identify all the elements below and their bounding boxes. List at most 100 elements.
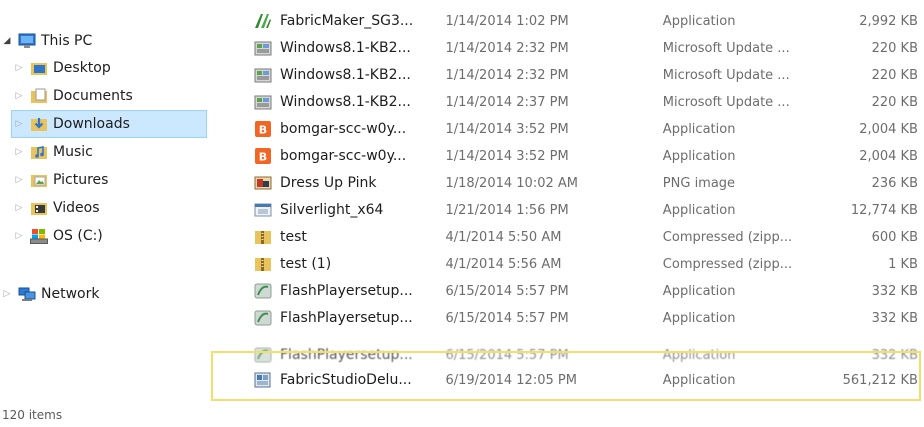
file-row[interactable]: FabricStudioDelu... 6/19/2014 12:05 PM A… <box>248 367 918 393</box>
bomgar-app-icon: B <box>254 148 272 164</box>
file-row[interactable]: Silverlight_x64 1/21/2014 1:56 PM Applic… <box>248 197 918 223</box>
file-date: 6/15/2014 5:57 PM <box>445 310 569 326</box>
file-date: 1/14/2014 2:32 PM <box>445 67 569 83</box>
file-name: Silverlight_x64 <box>280 202 384 218</box>
file-name: Windows8.1-KB2... <box>280 94 411 110</box>
nav-item-network[interactable]: ▷ Network <box>0 281 100 307</box>
file-size: 220 KB <box>871 40 918 56</box>
file-date: 1/14/2014 2:32 PM <box>445 40 569 56</box>
file-row[interactable]: Windows8.1-KB2... 1/14/2014 2:32 PM Micr… <box>248 35 918 61</box>
file-size: 332 KB <box>871 310 918 326</box>
nav-item-os-drive[interactable]: ▷ OS (C:) <box>12 223 103 249</box>
update-package-icon <box>254 40 272 56</box>
flash-setup-icon <box>254 310 272 326</box>
file-name: FlashPlayersetup... <box>280 347 413 363</box>
file-row[interactable]: FabricMaker_SG3... 1/14/2014 1:02 PM App… <box>248 8 918 34</box>
nav-label: Videos <box>53 200 100 216</box>
file-size: 600 KB <box>871 229 918 245</box>
file-type: Application <box>662 13 736 29</box>
file-name: Windows8.1-KB2... <box>280 40 411 56</box>
nav-item-downloads[interactable]: ▷ Downloads <box>11 110 207 138</box>
file-name: Windows8.1-KB2... <box>280 67 411 83</box>
nav-label: Pictures <box>53 172 109 188</box>
file-row[interactable]: Dress Up Pink 1/18/2014 10:02 AM PNG ima… <box>248 170 918 196</box>
file-type: Compressed (zipp... <box>662 229 793 245</box>
file-type: Application <box>662 121 736 137</box>
file-size: 561,212 KB <box>842 372 918 388</box>
file-row[interactable]: test (1) 4/1/2014 5:56 AM Compressed (zi… <box>248 251 918 277</box>
videos-folder-icon <box>30 200 48 216</box>
nav-item-pictures[interactable]: ▷ Pictures <box>12 167 109 193</box>
file-size: 332 KB <box>871 348 918 363</box>
pc-icon <box>18 33 36 49</box>
file-name: bomgar-scc-w0y... <box>280 121 407 137</box>
desktop-folder-icon <box>30 60 48 76</box>
file-size: 220 KB <box>871 94 918 110</box>
png-image-icon <box>254 175 272 191</box>
file-row[interactable]: test 4/1/2014 5:50 AM Compressed (zipp..… <box>248 224 918 250</box>
drive-icon <box>30 228 48 244</box>
file-date: 1/18/2014 10:02 AM <box>445 175 578 191</box>
nav-label: Desktop <box>53 60 111 76</box>
flash-setup-icon <box>254 283 272 299</box>
file-type: PNG image <box>662 175 736 191</box>
file-date: 1/21/2014 1:56 PM <box>445 202 569 218</box>
file-type: Application <box>662 148 736 164</box>
downloads-folder-icon <box>30 116 48 132</box>
nav-item-documents[interactable]: ▷ Documents <box>12 83 133 109</box>
file-date: 1/14/2014 2:37 PM <box>445 94 569 110</box>
file-row[interactable]: B bomgar-scc-w0y... 1/14/2014 3:52 PM Ap… <box>248 116 918 142</box>
file-row[interactable]: FlashPlayersetup... 6/15/2014 5:57 PM Ap… <box>248 305 918 331</box>
nav-item-this-pc[interactable]: ◢ This PC <box>0 28 93 54</box>
file-row[interactable]: B bomgar-scc-w0y... 1/14/2014 3:52 PM Ap… <box>248 143 918 169</box>
collapse-arrow-icon[interactable]: ▷ <box>12 63 26 73</box>
file-name: FabricMaker_SG3... <box>280 13 414 29</box>
bomgar-app-icon: B <box>254 121 272 137</box>
collapse-arrow-icon[interactable]: ▷ <box>0 289 14 299</box>
nav-label: OS (C:) <box>53 228 103 244</box>
file-type: Application <box>662 202 736 218</box>
zip-folder-icon <box>254 229 272 245</box>
music-folder-icon <box>30 144 48 160</box>
file-name: FlashPlayersetup... <box>280 310 413 326</box>
item-count: 120 items <box>2 408 63 422</box>
file-size: 236 KB <box>871 175 918 191</box>
file-date: 6/19/2014 12:05 PM <box>445 372 577 388</box>
navigation-pane: ◢ This PC ▷ Desktop ▷ Documents ▷ Downlo… <box>0 0 212 400</box>
file-type: Microsoft Update ... <box>662 94 790 110</box>
file-date: 1/14/2014 3:52 PM <box>445 148 569 164</box>
file-date: 1/14/2014 3:52 PM <box>445 121 569 137</box>
nav-label: Network <box>41 286 100 302</box>
expand-arrow-icon[interactable]: ◢ <box>0 36 14 46</box>
update-package-icon <box>254 94 272 110</box>
collapse-arrow-icon[interactable]: ▷ <box>12 203 26 213</box>
file-name: test <box>280 229 307 245</box>
flash-setup-icon <box>254 347 272 363</box>
file-type: Application <box>662 372 736 388</box>
file-date: 6/15/2014 5:57 PM <box>445 283 569 299</box>
svg-text:B: B <box>259 124 267 137</box>
fabricmaker-app-icon <box>254 13 272 29</box>
collapse-arrow-icon[interactable]: ▷ <box>12 119 26 129</box>
file-row[interactable]: FlashPlayersetup... 6/15/2014 5:57 PM Ap… <box>248 278 918 304</box>
file-size: 2,992 KB <box>859 13 918 29</box>
file-size: 2,004 KB <box>859 148 918 164</box>
update-package-icon <box>254 67 272 83</box>
nav-item-music[interactable]: ▷ Music <box>12 139 93 165</box>
file-type: Compressed (zipp... <box>662 256 793 272</box>
file-row[interactable]: Windows8.1-KB2... 1/14/2014 2:37 PM Micr… <box>248 89 918 115</box>
zip-folder-icon <box>254 256 272 272</box>
file-row[interactable]: Windows8.1-KB2... 1/14/2014 2:32 PM Micr… <box>248 62 918 88</box>
documents-folder-icon <box>30 88 48 104</box>
file-name: Dress Up Pink <box>280 175 377 191</box>
network-icon <box>18 286 36 302</box>
file-date: 4/1/2014 5:50 AM <box>445 229 562 245</box>
file-type: Microsoft Update ... <box>662 67 790 83</box>
nav-item-desktop[interactable]: ▷ Desktop <box>12 55 111 81</box>
file-row[interactable]: FlashPlayersetup... 6/15/2014 5:57 PM Ap… <box>248 347 918 363</box>
collapse-arrow-icon[interactable]: ▷ <box>12 147 26 157</box>
nav-item-videos[interactable]: ▷ Videos <box>12 195 100 221</box>
collapse-arrow-icon[interactable]: ▷ <box>12 175 26 185</box>
collapse-arrow-icon[interactable]: ▷ <box>12 91 26 101</box>
collapse-arrow-icon[interactable]: ▷ <box>12 231 26 241</box>
